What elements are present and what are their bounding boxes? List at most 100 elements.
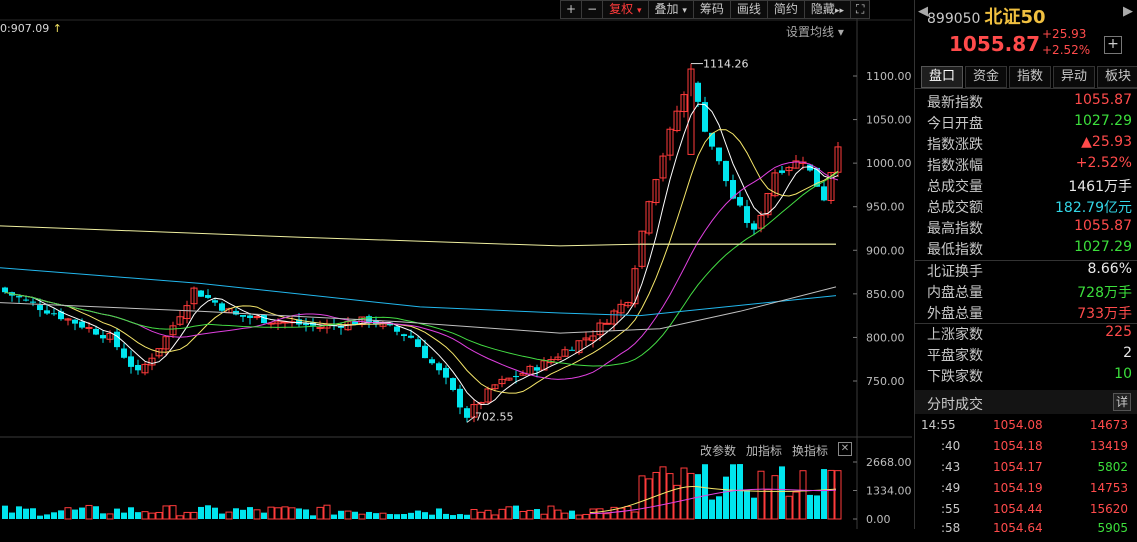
tab-funds[interactable]: 资金 — [965, 66, 1007, 88]
candle-body-down — [114, 331, 120, 348]
volume-bar-down — [51, 512, 57, 519]
up-arrow-icon: ↑ — [52, 22, 62, 35]
volume-bar-down — [779, 466, 785, 519]
price-change: +25.93 — [1042, 27, 1087, 41]
volume-bar-up — [799, 470, 807, 520]
volume-bar-up — [638, 475, 646, 520]
volume-bar-down — [702, 464, 708, 519]
candle-body-down — [408, 335, 414, 338]
close-icon: ✕ — [840, 443, 850, 454]
volume-bar-up — [358, 513, 366, 520]
candle-body-down — [429, 359, 435, 364]
volume-bar-up — [323, 504, 331, 520]
draw-line-button[interactable]: 画线 — [729, 0, 768, 19]
volume-bar-up — [267, 506, 275, 520]
volume-bar-up — [582, 513, 590, 520]
y-tick-label: 850.00 — [866, 288, 905, 301]
volume-bar-down — [303, 509, 309, 519]
close-sub-chart-button[interactable]: ✕ — [838, 442, 852, 456]
tab-pankou[interactable]: 盘口 — [921, 66, 963, 88]
volume-bar-down — [744, 490, 750, 519]
volume-bar-down — [79, 507, 85, 519]
tab-movement[interactable]: 异动 — [1053, 66, 1095, 88]
candle-body-down — [100, 335, 106, 339]
candle-body-down — [450, 378, 456, 390]
candle-body-down — [2, 287, 8, 293]
volume-bar-down — [394, 514, 400, 519]
low-label: 702.55 — [475, 410, 514, 423]
fullscreen-button[interactable]: ⛶ — [849, 0, 871, 19]
simple-mode-button[interactable]: 简约 — [766, 0, 805, 19]
volume-bar-down — [37, 515, 43, 519]
candle-body-down — [534, 367, 540, 371]
candle-body-down — [821, 186, 827, 201]
volume-bar-up — [505, 506, 513, 520]
add-indicator-button[interactable]: 加指标 — [746, 442, 782, 459]
row-label: 上涨家数 — [927, 327, 983, 343]
candle-body-down — [219, 303, 225, 311]
next-stock-icon[interactable]: ▶ — [1123, 4, 1133, 19]
volume-bar-down — [352, 511, 358, 519]
ticks-title: 分时成交 — [927, 397, 983, 413]
volume-bar-up — [631, 511, 639, 520]
row-value: 225 — [1105, 324, 1132, 340]
volume-bar-down — [135, 512, 141, 519]
volume-bar-down — [408, 512, 414, 519]
candle-body-down — [121, 348, 127, 358]
volume-bar-up — [183, 511, 191, 520]
modify-params-button[interactable]: 改参数 — [700, 442, 736, 459]
zoom-out-button[interactable]: − — [581, 0, 604, 19]
row-low: 最低指数 1027.29 — [927, 239, 1132, 260]
candle-body-down — [44, 310, 50, 314]
candle-body-down — [737, 197, 743, 206]
row-decliners: 下跌家数 10 — [927, 366, 1132, 387]
row-value: 2 — [1123, 345, 1132, 361]
set-ma-button[interactable]: 设置均线 ▾ — [786, 23, 844, 40]
chart-toolbar: + − 复权 ▾ 叠加 ▾ 筹码 画线 简约 隐藏▸▸ ⛶ — [560, 0, 871, 19]
volume-bar-up — [253, 509, 261, 520]
add-watchlist-button[interactable]: + — [1104, 36, 1122, 54]
hide-label: 隐藏 — [810, 2, 835, 16]
volume-bar-up — [484, 509, 492, 520]
candle-body-up — [253, 316, 261, 319]
volume-bar-up — [666, 473, 674, 520]
candle-body-down — [464, 408, 470, 418]
candle-body-up — [603, 322, 611, 325]
tab-index[interactable]: 指数 — [1009, 66, 1051, 88]
ticks-detail-button[interactable]: 详 — [1113, 393, 1131, 411]
ma-value: 0:907.09 — [0, 22, 50, 35]
volume-bar-up — [603, 513, 611, 520]
overlay-dropdown[interactable]: 叠加 ▾ — [647, 0, 694, 19]
volume-bar-up — [470, 508, 478, 520]
plus-icon: + — [1107, 36, 1119, 52]
volume-bar-down — [23, 508, 29, 519]
volume-bar-down — [296, 508, 302, 519]
hide-button[interactable]: 隐藏▸▸ — [803, 0, 851, 19]
volume-bar-down — [443, 513, 449, 519]
row-latest-index: 最新指数 1055.87 — [927, 92, 1132, 113]
volume-bar-down — [373, 513, 379, 519]
zoom-in-button[interactable]: + — [560, 0, 583, 19]
y-tick-label: 1000.00 — [866, 157, 912, 170]
switch-indicator-button[interactable]: 换指标 — [792, 442, 828, 459]
chips-button[interactable]: 筹码 — [692, 0, 731, 19]
row-unchanged: 平盘家数 2 — [927, 345, 1132, 366]
candle-body-down — [422, 345, 428, 359]
volume-bar-up — [106, 513, 114, 520]
volume-bar-down — [72, 509, 78, 519]
fuquan-dropdown[interactable]: 复权 ▾ — [602, 0, 649, 19]
volume-bar-down — [240, 509, 246, 519]
row-label: 指数涨幅 — [927, 158, 983, 174]
volume-bar-down — [513, 505, 519, 519]
volume-tick-label: 2668.00 — [866, 456, 912, 469]
volume-bar-up — [225, 511, 233, 520]
current-price: 1055.87 — [949, 32, 1041, 56]
candle-body-down — [72, 319, 78, 324]
candle-body-down — [401, 334, 407, 337]
volume-bar-up — [764, 489, 772, 520]
volume-bar-down — [205, 505, 211, 519]
row-value: 733万手 — [1077, 306, 1132, 322]
row-value: 1461万手 — [1068, 179, 1132, 195]
tab-sector[interactable]: 板块 — [1097, 66, 1137, 88]
candle-body-down — [198, 290, 204, 297]
